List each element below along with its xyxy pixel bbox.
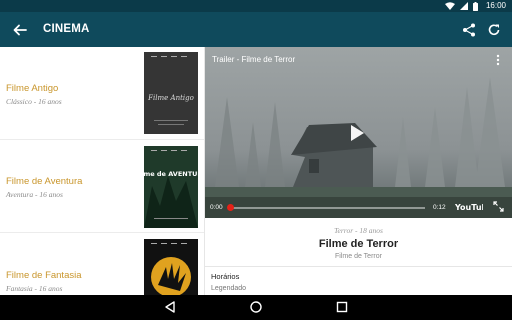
movie-list-item-fantasia[interactable]: Filme de Fantasia Fantasia - 16 anos <box>0 233 204 295</box>
back-triangle-icon[interactable] <box>163 300 177 314</box>
video-title: Trailer - Filme de Terror <box>212 55 296 64</box>
app-title: CINEMA <box>43 23 90 35</box>
status-icons <box>445 1 478 11</box>
video-time-total: 0:12 <box>433 204 446 211</box>
home-circle-icon[interactable] <box>249 300 263 314</box>
video-time-current: 0:00 <box>210 204 223 211</box>
movie-meta: Aventura - 16 anos <box>6 190 63 199</box>
app-bar: CINEMA <box>0 12 512 47</box>
movie-list-item-aventura[interactable]: Filme de Aventura Aventura - 16 anos Fil… <box>0 140 204 233</box>
detail-title: Filme de Terror <box>318 238 399 250</box>
svg-text:YouTube: YouTube <box>455 203 483 212</box>
movie-list-item-antigo[interactable]: Filme Antigo Clássico - 16 anos Filme An… <box>0 47 204 140</box>
movie-list: Filme Antigo Clássico - 16 anos Filme An… <box>0 47 205 295</box>
detail-subtitle: Filme de Terror <box>335 253 382 260</box>
share-icon[interactable] <box>461 22 477 38</box>
status-bar: 16:00 <box>0 0 512 12</box>
video-progress-knob[interactable] <box>227 204 234 211</box>
schedule-section-line: Legendado <box>211 285 247 292</box>
more-vert-icon[interactable] <box>496 54 500 66</box>
movie-meta: Fantasia - 16 anos <box>6 284 63 293</box>
youtube-logo-icon[interactable]: YouTube <box>455 200 483 212</box>
movie-meta: Clássico - 16 anos <box>6 97 62 106</box>
system-nav-bar <box>0 295 512 320</box>
wifi-icon <box>445 2 455 10</box>
play-icon[interactable] <box>347 123 367 143</box>
battery-icon <box>473 1 478 11</box>
status-time: 16:00 <box>485 1 506 10</box>
recents-square-icon[interactable] <box>335 300 349 314</box>
detail-divider <box>205 266 512 267</box>
signal-icon <box>460 2 468 10</box>
video-progress-track[interactable] <box>230 207 425 209</box>
video-player[interactable]: Trailer - Filme de Terror 0:00 0:12 YouT… <box>205 47 512 218</box>
movie-name: Filme de Fantasia <box>6 270 82 281</box>
poster-fantasia-icon <box>144 239 198 295</box>
poster-antigo-text: Filme Antigo <box>147 94 194 102</box>
schedule-section-title: Horários <box>211 272 240 281</box>
refresh-icon[interactable] <box>486 22 502 38</box>
movie-name: Filme Antigo <box>6 83 59 94</box>
poster-aventura-text: Filme de AVENTURA <box>144 170 198 178</box>
poster-aventura-icon: Filme de AVENTURA <box>144 146 198 228</box>
detail-panel: Trailer - Filme de Terror 0:00 0:12 YouT… <box>205 47 512 295</box>
detail-genre: Terror - 18 anos <box>334 226 383 235</box>
back-arrow-icon[interactable] <box>10 20 30 40</box>
movie-name: Filme de Aventura <box>6 176 83 187</box>
fullscreen-icon[interactable] <box>493 201 504 212</box>
poster-antigo-icon: Filme Antigo <box>144 52 198 134</box>
